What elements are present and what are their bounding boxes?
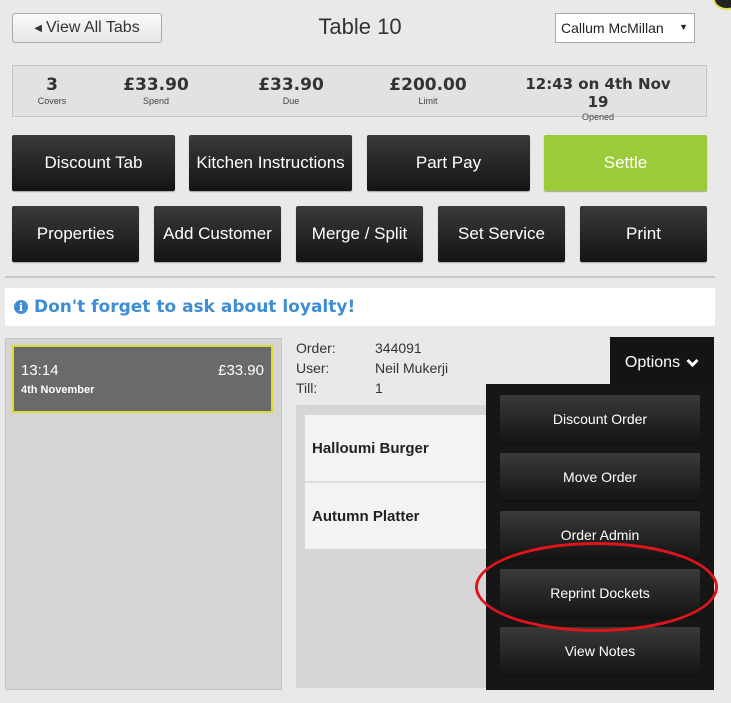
chevron-down-icon	[686, 358, 699, 368]
order-card[interactable]: 13:14 £33.90 4th November	[12, 345, 273, 413]
stat-label: Spend	[142, 96, 170, 106]
order-time: 13:14	[21, 362, 59, 379]
loyalty-notice: i Don't forget to ask about loyalty!	[5, 288, 715, 326]
merge-split-button[interactable]: Merge / Split	[296, 206, 423, 262]
stat-due: £33.90 Due	[251, 75, 331, 106]
view-all-tabs-button[interactable]: ◀ View All Tabs	[12, 13, 162, 43]
view-all-tabs-label: View All Tabs	[46, 19, 140, 36]
options-button[interactable]: Options	[610, 337, 714, 389]
stat-label: Limit	[418, 96, 438, 106]
discount-tab-button[interactable]: Discount Tab	[12, 135, 175, 191]
discount-order-menu-item[interactable]: Discount Order	[500, 395, 700, 443]
stat-label: Due	[282, 96, 300, 106]
order-user-value: Neil Mukerji	[375, 360, 449, 376]
divider	[5, 276, 715, 278]
chevron-left-icon: ◀	[34, 22, 42, 34]
stat-covers: 3 Covers	[27, 75, 77, 106]
stat-value: 3	[46, 75, 58, 95]
kitchen-instructions-button[interactable]: Kitchen Instructions	[189, 135, 352, 191]
settle-button[interactable]: Settle	[544, 135, 707, 191]
order-till-label: Till:	[296, 380, 318, 396]
order-number-value: 344091	[375, 340, 422, 356]
order-user-label: User:	[296, 360, 330, 376]
options-label: Options	[624, 354, 681, 371]
set-service-button[interactable]: Set Service	[438, 206, 565, 262]
print-button[interactable]: Print	[580, 206, 707, 262]
highlight-ellipse	[475, 542, 718, 632]
corner-indicator	[713, 0, 731, 10]
staff-select-value: Callum McMillan	[561, 20, 664, 36]
stat-spend: £33.90 Spend	[116, 75, 196, 106]
info-icon: i	[14, 300, 28, 314]
tab-summary-bar: 3 Covers £33.90 Spend £33.90 Due £200.00…	[12, 65, 707, 122]
stat-label: Opened	[581, 112, 615, 122]
order-amount: £33.90	[218, 362, 264, 379]
stat-label: Covers	[37, 96, 67, 106]
stat-opened: 12:43 on 4th Nov 19 Opened	[518, 75, 678, 122]
chevron-down-icon: ▼	[679, 22, 688, 32]
properties-button[interactable]: Properties	[12, 206, 139, 262]
part-pay-button[interactable]: Part Pay	[367, 135, 530, 191]
stat-value: £33.90	[123, 75, 189, 95]
stat-value: £200.00	[389, 75, 467, 95]
staff-select[interactable]: Callum McMillan ▼	[555, 13, 695, 43]
order-item[interactable]: Autumn Platter	[305, 483, 500, 549]
stat-value: £33.90	[258, 75, 324, 95]
stat-limit: £200.00 Limit	[383, 75, 473, 106]
order-number-label: Order:	[296, 340, 336, 356]
add-customer-button[interactable]: Add Customer	[154, 206, 281, 262]
page-title: Table 10	[318, 14, 402, 39]
order-date: 4th November	[21, 384, 95, 396]
stat-value: 12:43 on 4th Nov 19	[525, 75, 671, 111]
view-notes-menu-item[interactable]: View Notes	[500, 627, 700, 675]
order-till-value: 1	[375, 380, 383, 396]
order-item[interactable]: Halloumi Burger	[305, 415, 500, 481]
loyalty-notice-text: Don't forget to ask about loyalty!	[34, 297, 356, 317]
move-order-menu-item[interactable]: Move Order	[500, 453, 700, 501]
